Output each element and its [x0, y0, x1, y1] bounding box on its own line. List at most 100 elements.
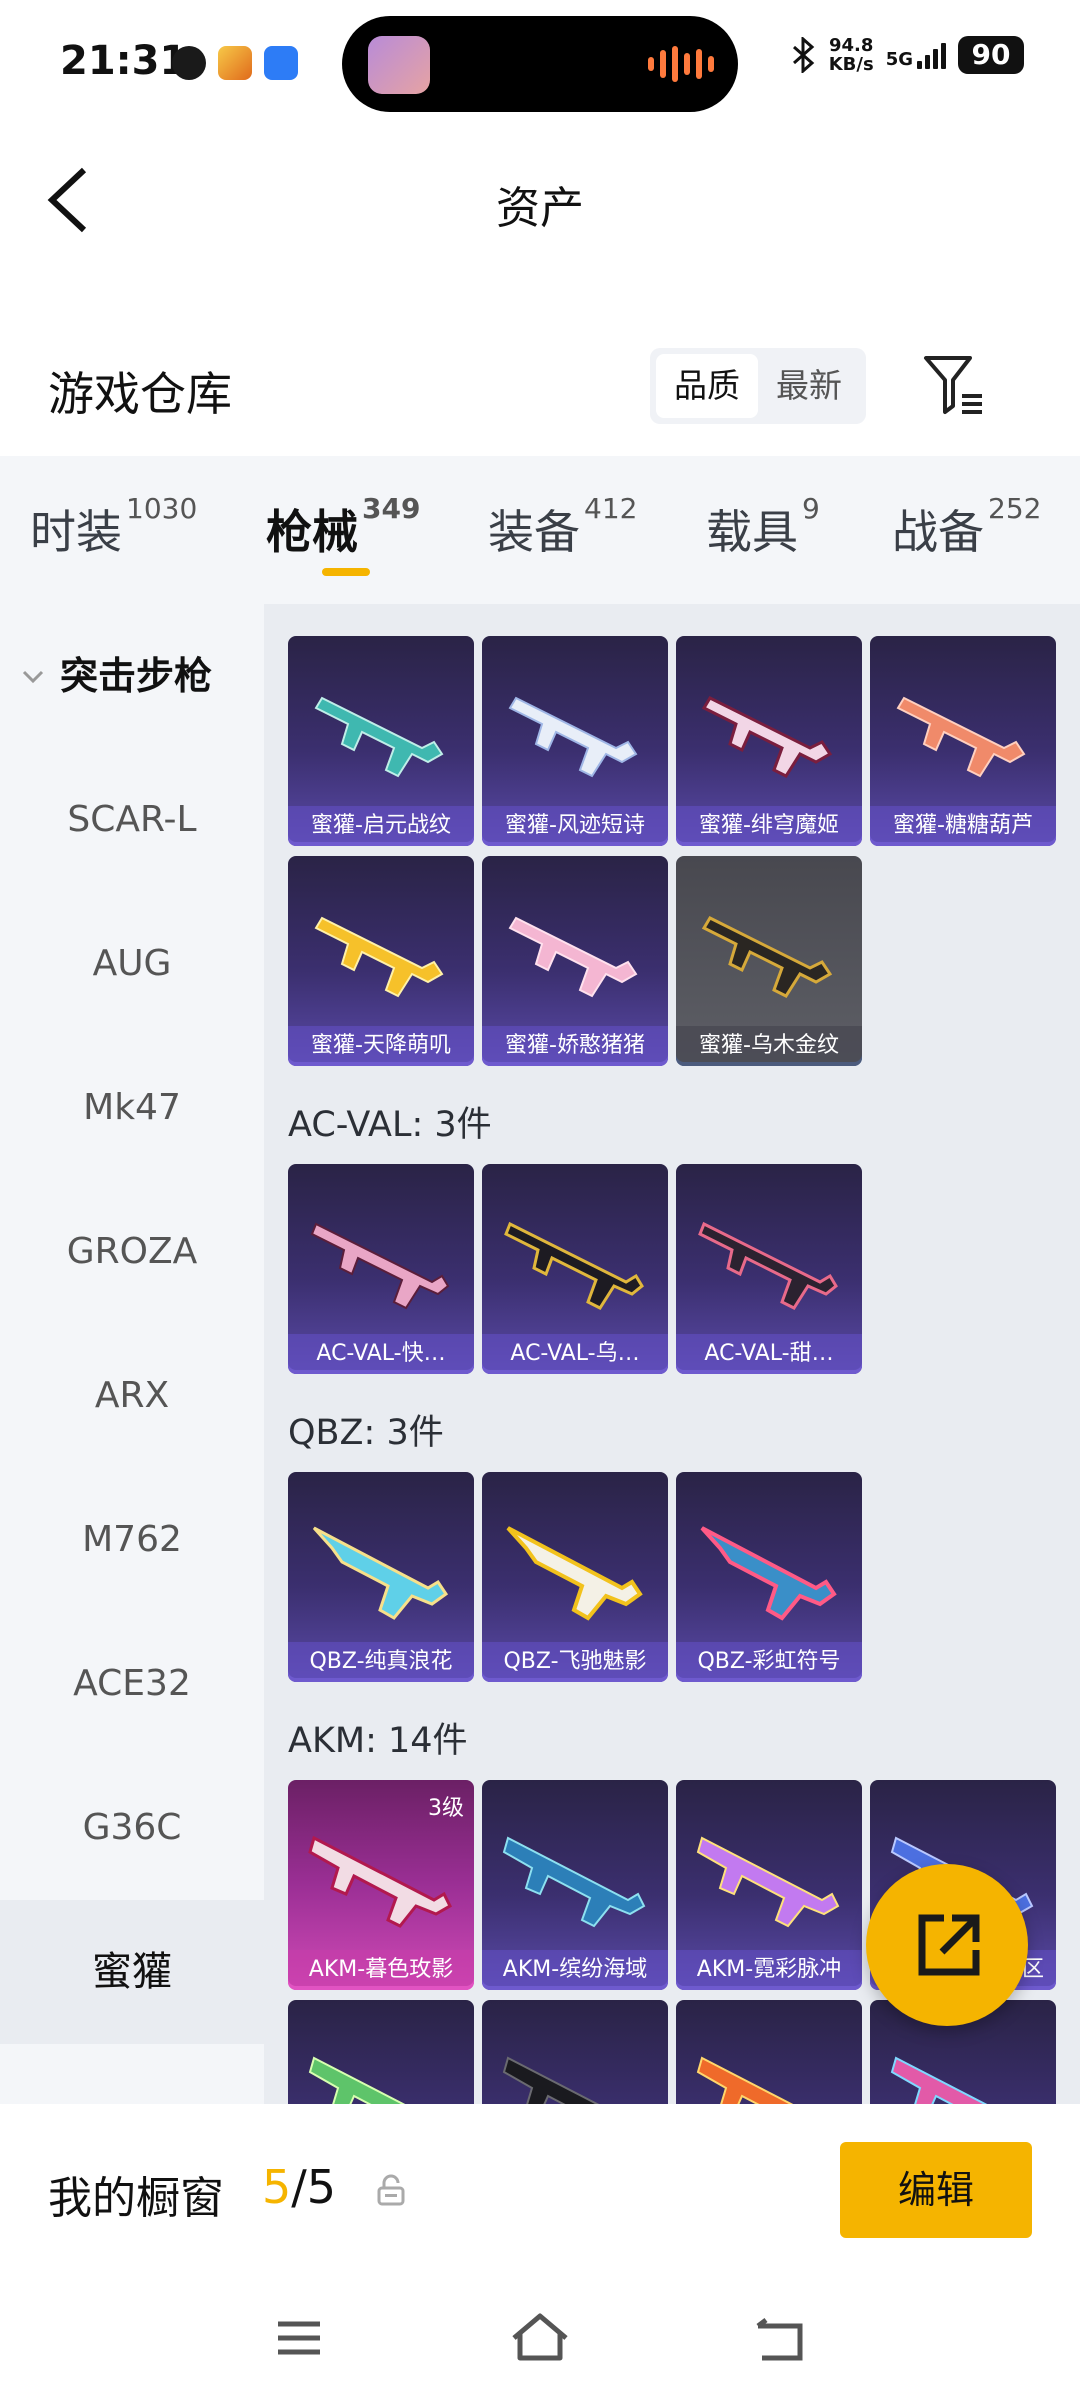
skin-card-label: AKM-霓彩脉冲 [676, 1950, 862, 1990]
sidebar-item-honey-badger[interactable]: 蜜獾 [0, 1900, 264, 2044]
skin-card[interactable]: 蜜獾-启元战纹 [288, 636, 474, 846]
skin-card-label: 蜜獾-乌木金纹 [676, 1026, 862, 1066]
skin-card-label: 蜜獾-风迹短诗 [482, 806, 668, 846]
skin-card[interactable]: AC-VAL-甜… [676, 1164, 862, 1374]
skin-card-label: QBZ-飞驰魅影 [482, 1642, 668, 1682]
skin-card[interactable]: AC-VAL-快… [288, 1164, 474, 1374]
sidebar-item-arx[interactable]: ARX [0, 1324, 264, 1468]
tab-fashion[interactable]: 时装 1030 [30, 492, 197, 562]
skin-card-label: 蜜獾-娇憨猪猪 [482, 1026, 668, 1066]
menu-icon[interactable] [274, 2318, 324, 2358]
notification-app-icon [172, 46, 206, 80]
rifle-icon [308, 1835, 452, 1928]
rifle-icon [701, 696, 833, 778]
rifle-icon [508, 696, 638, 778]
skin-card[interactable]: 蜜獾-娇憨猪猪 [482, 856, 668, 1066]
skin-card[interactable]: 蜜獾-乌木金纹 [676, 856, 862, 1066]
skin-card[interactable]: QBZ-彩虹符号 [676, 1472, 862, 1682]
section-row: 游戏仓库 品质 最新 [0, 320, 1080, 456]
rifle-icon [696, 2056, 794, 2104]
section-title: 游戏仓库 [48, 367, 232, 421]
sidebar-group-assault-rifle[interactable]: 突击步枪 [0, 604, 264, 748]
skin-card[interactable]: 蜜獾-绯穹魔姬 [676, 636, 862, 846]
lock-icon [377, 2174, 405, 2206]
skin-card[interactable]: AC-VAL-乌… [482, 1164, 668, 1374]
showcase-bar: 我的橱窗 5/5 编辑 [0, 2104, 1080, 2400]
tab-vehicles[interactable]: 载具 9 [706, 492, 820, 562]
skin-card-label: 蜜獾-糖糖葫芦 [870, 806, 1056, 846]
skin-card-label: AC-VAL-快… [288, 1334, 474, 1374]
net-speed: 94.8 KB/s [828, 35, 874, 75]
rifle-icon [502, 1836, 646, 1928]
tab-firearms[interactable]: 枪械 349 [266, 492, 420, 562]
skin-card[interactable] [482, 2000, 668, 2104]
rifle-icon [312, 1526, 449, 1620]
group-title: AC-VAL: 3件 [288, 1105, 492, 1145]
sidebar-item-m762[interactable]: M762 [0, 1468, 264, 1612]
skin-card[interactable]: 蜜獾-风迹短诗 [482, 636, 668, 846]
skin-card[interactable] [676, 2000, 862, 2104]
rifle-icon [890, 2056, 988, 2104]
skin-card[interactable]: QBZ-飞驰魅影 [482, 1472, 668, 1682]
sidebar-item-aug[interactable]: AUG [0, 892, 264, 1036]
skin-card-label: AKM-暮色玫影 [288, 1950, 474, 1990]
share-icon [918, 1914, 980, 1976]
rifle-icon [310, 1222, 450, 1310]
skin-card[interactable]: AKM-霓彩脉冲 [676, 1780, 862, 1990]
skin-card-label: AKM-缤纷海域 [482, 1950, 668, 1990]
sidebar-item-mk47[interactable]: Mk47 [0, 1036, 264, 1180]
skin-card[interactable]: QBZ-纯真浪花 [288, 1472, 474, 1682]
signal-icon [917, 41, 946, 69]
rifle-icon [314, 916, 444, 998]
skin-card[interactable]: 3级 AKM-暮色玫影 [288, 1780, 474, 1990]
dynamic-island[interactable] [342, 16, 738, 112]
skin-card-label: 蜜獾-绯穹魔姬 [676, 806, 862, 846]
sort-quality-button[interactable]: 品质 [656, 354, 758, 418]
share-fab-button[interactable] [866, 1864, 1028, 2026]
sort-newest-button[interactable]: 最新 [758, 354, 860, 418]
skin-card[interactable] [288, 2000, 474, 2104]
skin-card[interactable]: 蜜獾-糖糖葫芦 [870, 636, 1056, 846]
home-icon[interactable] [510, 2312, 570, 2362]
skin-card-label: 蜜獾-天降萌叽 [288, 1026, 474, 1066]
rifle-icon [701, 916, 833, 998]
sidebar-item-groza[interactable]: GROZA [0, 1180, 264, 1324]
rifle-icon [508, 916, 638, 998]
chevron-down-icon [22, 670, 44, 684]
bluetooth-icon [792, 37, 814, 73]
tab-equipment[interactable]: 装备 412 [488, 492, 637, 562]
skin-card[interactable]: 蜜獾-天降萌叽 [288, 856, 474, 1066]
back-nav-icon[interactable] [754, 2318, 806, 2362]
skin-card-label: AC-VAL-甜… [676, 1334, 862, 1374]
rifle-icon [700, 1526, 837, 1621]
skin-card[interactable]: AKM-缤纷海域 [482, 1780, 668, 1990]
audio-wave-icon [648, 46, 714, 82]
skin-card-label: QBZ-纯真浪花 [288, 1642, 474, 1682]
sidebar-item-scar-l[interactable]: SCAR-L [0, 748, 264, 892]
status-right: 94.8 KB/s 5G 90 [791, 36, 1024, 74]
filter-icon[interactable] [920, 350, 990, 420]
rifle-icon [504, 1221, 644, 1310]
status-time: 21:31 [60, 38, 188, 84]
app-header: 资产 [0, 120, 1080, 276]
active-tab-indicator [322, 568, 370, 576]
sort-segmented-control: 品质 最新 [650, 348, 866, 424]
rifle-icon [314, 696, 444, 778]
edit-button[interactable]: 编辑 [840, 2142, 1032, 2238]
skin-card-label: QBZ-彩虹符号 [676, 1642, 862, 1682]
status-bar: 21:31 94.8 KB/s 5G 90 [0, 0, 1080, 120]
music-cover-icon [368, 36, 430, 94]
tab-supplies[interactable]: 战备 252 [892, 492, 1041, 562]
showcase-label: 我的橱窗 [48, 2173, 224, 2224]
category-tabs: 时装 1030 枪械 349 装备 412 载具 9 战备 252 [0, 456, 1080, 604]
network-indicator: 5G [886, 41, 946, 69]
showcase-count: 5/5 [262, 2160, 337, 2214]
group-title: QBZ: 3件 [288, 1413, 444, 1453]
skin-card-label: 蜜獾-启元战纹 [288, 806, 474, 846]
page-title: 资产 [496, 183, 584, 234]
broadcast-app-icon [264, 46, 298, 80]
sidebar-item-g36c[interactable]: G36C [0, 1756, 264, 1900]
rifle-icon [502, 2056, 600, 2104]
weapon-type-sidebar: 突击步枪 SCAR-L AUG Mk47 GROZA ARX M762 ACE3… [0, 604, 264, 2104]
sidebar-item-ace32[interactable]: ACE32 [0, 1612, 264, 1756]
